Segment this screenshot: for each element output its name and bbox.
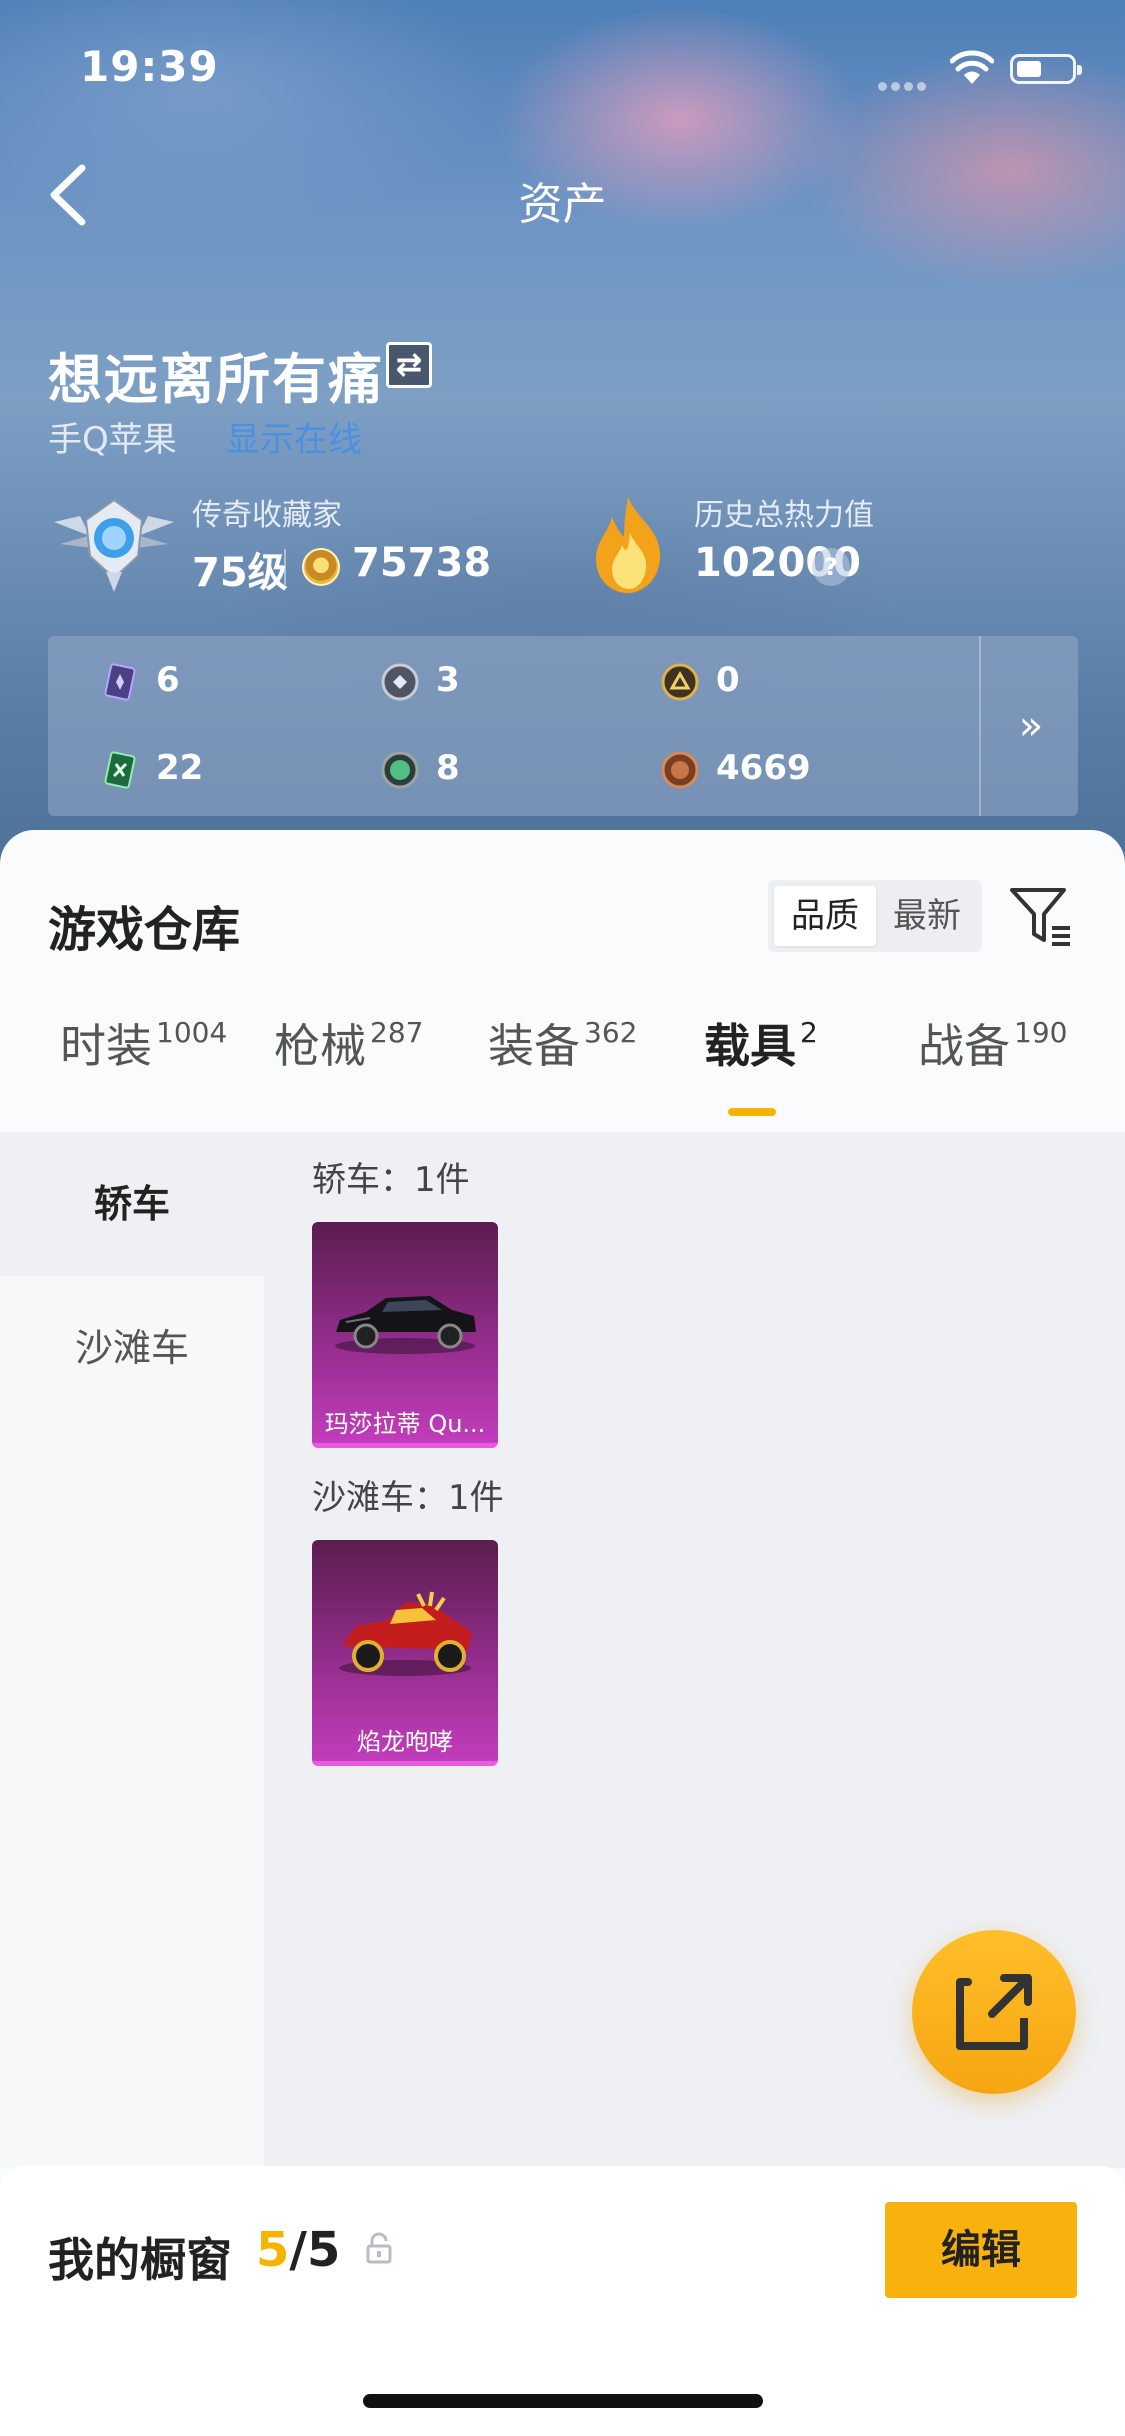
tab-label: 装备 <box>488 1019 580 1073</box>
tab-count: 190 <box>1014 1016 1068 1049</box>
tab-label: 时装 <box>60 1019 152 1073</box>
edit-button[interactable]: 编辑 <box>885 2202 1077 2298</box>
resource-value: 4669 <box>716 748 811 788</box>
collector-level: 75级 <box>192 550 288 596</box>
group-title-beach-buggy: 沙滩车：1件 <box>312 1478 504 1518</box>
status-time: 19:39 <box>80 42 219 91</box>
heat-label: 历史总热力值 <box>694 498 874 533</box>
sidebar-item-sedan[interactable]: 轿车 <box>0 1132 264 1276</box>
sort-option-newest[interactable]: 最新 <box>876 886 978 946</box>
collector-title: 传奇收藏家 <box>192 498 342 533</box>
gold-badge-icon <box>661 663 699 701</box>
vehicle-card[interactable]: 玛莎拉蒂 Qu... <box>312 1222 498 1448</box>
tab-vehicles[interactable]: 载具 2 <box>704 1010 818 1120</box>
collector-points-icon <box>302 548 340 586</box>
showcase-separator: / <box>289 2222 307 2278</box>
tab-supplies[interactable]: 战备 190 <box>918 1010 1067 1120</box>
subcategory-sidebar: 轿车 沙滩车 <box>0 1132 264 2168</box>
resources-more-button[interactable]: » <box>996 696 1066 756</box>
green-card-icon <box>104 751 136 789</box>
category-tabs: 时装 1004 枪械 287 装备 362 载具 2 战备 190 <box>0 1010 1125 1130</box>
collector-rank-emblem-icon <box>54 498 174 592</box>
wifi-icon <box>950 50 994 84</box>
tab-count: 1004 <box>156 1016 228 1049</box>
lock-icon[interactable] <box>364 2232 394 2266</box>
tab-count: 2 <box>800 1016 818 1049</box>
warehouse-title: 游戏仓库 <box>48 902 241 958</box>
flame-icon <box>596 497 661 593</box>
profile-header: 19:39 资产 想远离所有痛 ⇄ 手Q苹果 显示在线 传奇收藏家 75级 75… <box>0 0 1125 880</box>
showcase-count: 5/5 <box>256 2222 340 2278</box>
resource-value: 0 <box>716 660 740 700</box>
active-tab-indicator <box>728 1108 776 1116</box>
cellular-signal-icon <box>878 76 930 95</box>
sort-option-quality[interactable]: 品质 <box>774 886 876 946</box>
beach-buggy-image <box>339 1591 472 1676</box>
page-title: 资产 <box>518 179 607 230</box>
share-button[interactable] <box>912 1930 1076 2094</box>
collector-points: 75738 <box>352 540 492 586</box>
help-icon[interactable]: ? <box>812 548 850 586</box>
vehicle-name: 焰龙咆哮 <box>357 1728 453 1756</box>
tab-firearms[interactable]: 枪械 287 <box>274 1010 423 1120</box>
resource-value: 3 <box>436 660 460 700</box>
status-bar: 19:39 <box>0 0 1125 135</box>
green-orb-icon <box>381 751 419 789</box>
tab-label: 载具 <box>704 1019 796 1073</box>
sedan-car-image <box>335 1296 476 1354</box>
resource-panel: 6 3 0 22 8 4669 » <box>48 636 1078 816</box>
vehicle-name: 玛莎拉蒂 Qu... <box>324 1410 486 1438</box>
sidebar-item-beach-buggy[interactable]: 沙滩车 <box>0 1276 264 1420</box>
resource-value: 6 <box>156 660 180 700</box>
tab-equipment[interactable]: 装备 362 <box>488 1010 637 1120</box>
player-name: 想远离所有痛 <box>48 348 384 411</box>
online-status: 显示在线 <box>226 420 362 460</box>
vehicle-card[interactable]: 焰龙咆哮 <box>312 1540 498 1766</box>
battery-icon <box>1010 54 1082 84</box>
tab-count: 362 <box>584 1016 638 1049</box>
showcase-total: 5 <box>306 2222 341 2278</box>
tab-fashion[interactable]: 时装 1004 <box>60 1010 227 1120</box>
tab-label: 战备 <box>918 1019 1010 1073</box>
resource-value: 8 <box>436 748 460 788</box>
switch-account-icon[interactable]: ⇄ <box>386 342 432 388</box>
filter-icon[interactable] <box>1006 882 1076 952</box>
tab-count: 287 <box>370 1016 424 1049</box>
platform-label: 手Q苹果 <box>48 420 177 460</box>
silver-medal-icon <box>381 663 419 701</box>
showcase-current: 5 <box>256 2222 290 2278</box>
bronze-coin-icon <box>661 751 699 789</box>
resource-value: 22 <box>156 748 204 788</box>
purple-card-icon <box>104 663 136 701</box>
group-title-sedan: 轿车：1件 <box>312 1160 470 1200</box>
tab-label: 枪械 <box>274 1019 366 1073</box>
sort-toggle: 品质 最新 <box>768 880 982 952</box>
divider <box>979 636 981 816</box>
home-indicator <box>363 2394 763 2408</box>
showcase-label: 我的橱窗 <box>48 2233 232 2287</box>
divider <box>284 549 286 585</box>
